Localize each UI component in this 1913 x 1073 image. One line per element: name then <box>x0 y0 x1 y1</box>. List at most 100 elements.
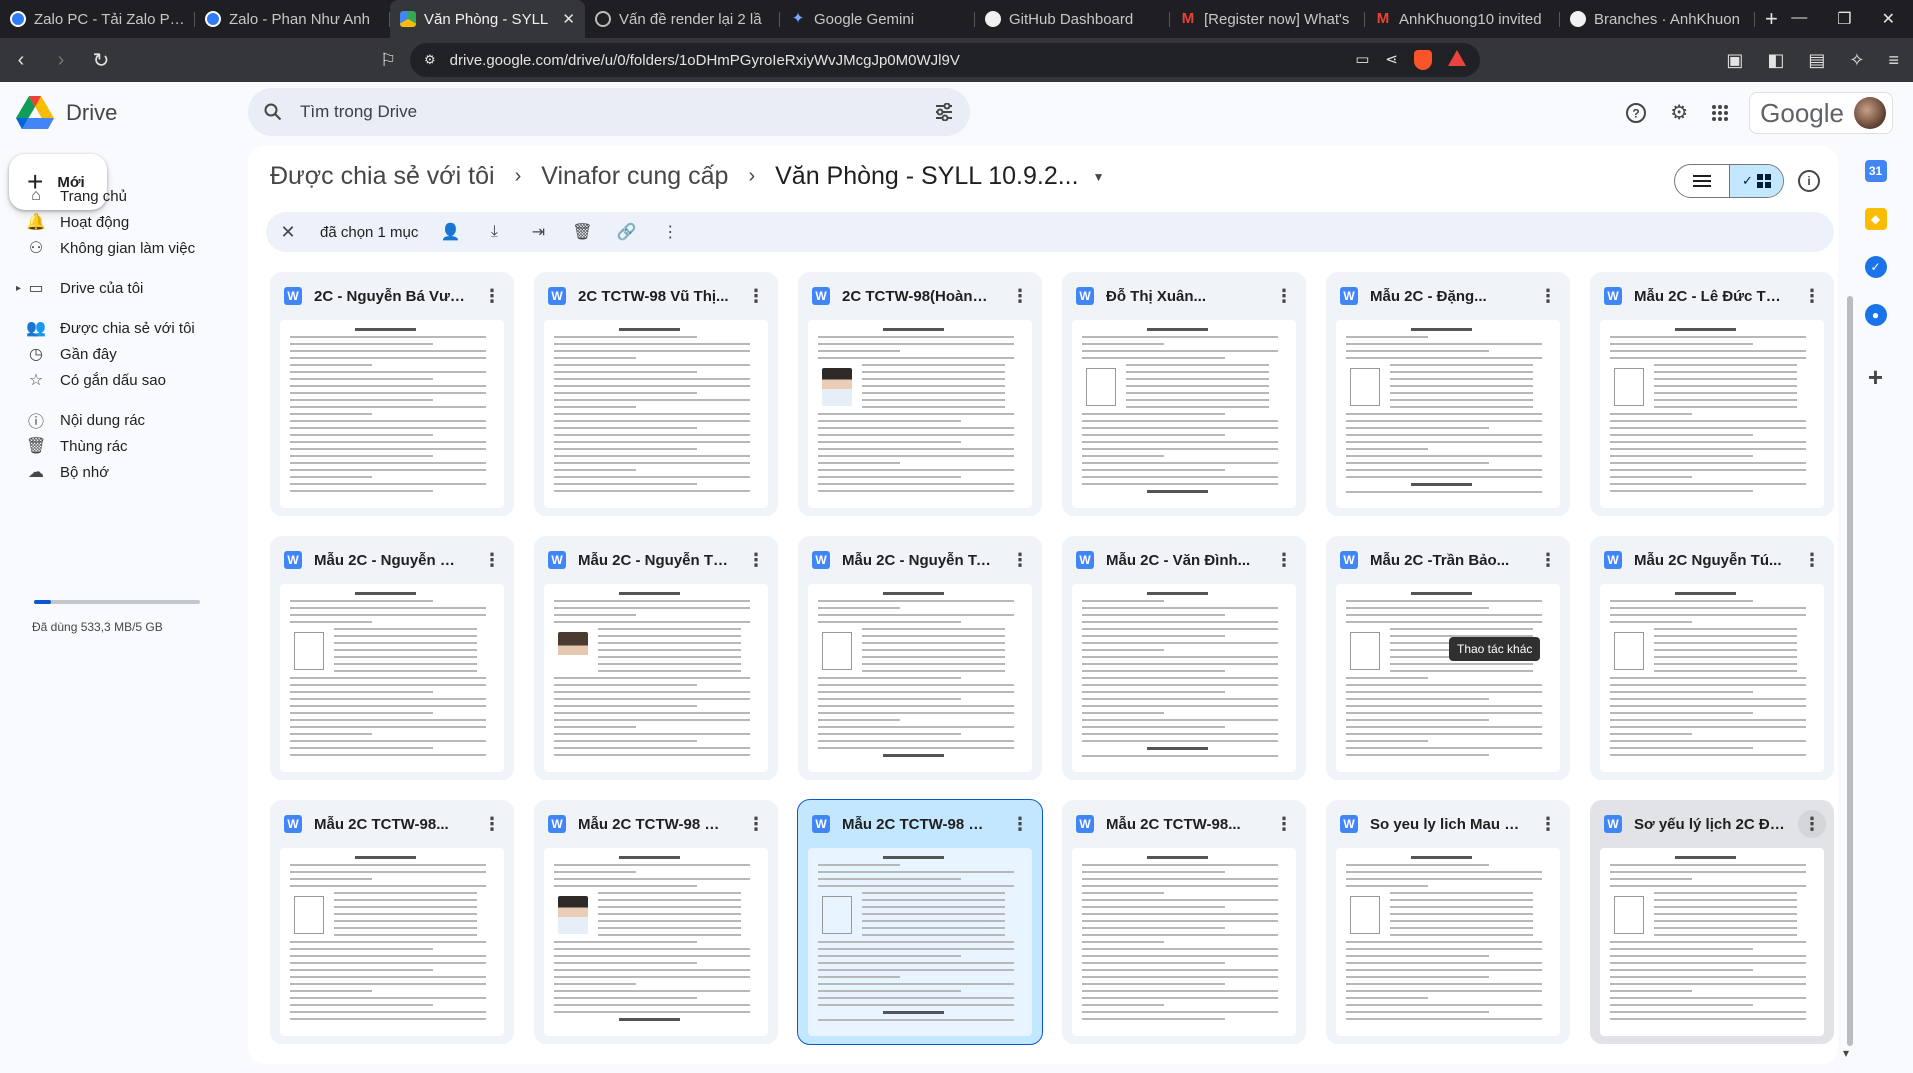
add-addon-icon[interactable]: + <box>1865 364 1887 390</box>
file-thumbnail[interactable] <box>808 848 1032 1036</box>
more-actions-icon[interactable]: ⋮ <box>1534 282 1562 310</box>
browser-tab[interactable]: Branches · AnhKhuon <box>1560 0 1755 38</box>
file-thumbnail[interactable] <box>544 584 768 772</box>
more-actions-icon[interactable]: ⋮ <box>1798 546 1826 574</box>
file-card[interactable]: W Mẫu 2C Nguyễn Tú... ⋮ <box>1590 536 1834 780</box>
file-thumbnail[interactable] <box>1336 848 1560 1036</box>
more-actions-icon[interactable]: ⋮ <box>478 546 506 574</box>
forward-icon[interactable]: › <box>50 49 72 72</box>
more-actions-icon[interactable]: ⋮ <box>1798 810 1826 838</box>
grid-view-button[interactable]: ✓ <box>1729 165 1783 197</box>
file-thumbnail[interactable] <box>280 848 504 1036</box>
file-thumbnail[interactable] <box>808 320 1032 508</box>
file-card[interactable]: W Sơ yếu lý lịch 2C Đặng... ⋮ <box>1590 800 1834 1044</box>
scroll-down-arrow-icon[interactable]: ▾ <box>1843 1046 1849 1060</box>
sidebar-item-workspaces[interactable]: ⚇ Không gian làm việc <box>0 232 248 264</box>
file-card[interactable]: W Mẫu 2C - Lê Đức Thư... ⋮ <box>1590 272 1834 516</box>
file-card[interactable]: W 2C TCTW-98 Vũ Thị... ⋮ <box>534 272 778 516</box>
file-card[interactable]: W Mẫu 2C TCTW-98 Hoàn... ⋮ <box>534 800 778 1044</box>
file-thumbnail[interactable] <box>1336 320 1560 508</box>
more-actions-icon[interactable]: ⋮ <box>1534 810 1562 838</box>
minimize-icon[interactable]: — <box>1791 9 1807 29</box>
file-thumbnail[interactable] <box>1600 320 1824 508</box>
file-card[interactable]: W Đỗ Thị Xuân... ⋮ <box>1062 272 1306 516</box>
expand-caret-icon[interactable]: ▸ <box>16 283 21 294</box>
file-card[interactable]: W Mẫu 2C TCTW-98 Ngô... ⋮ <box>797 799 1043 1045</box>
copy-link-icon[interactable]: 🔗 <box>614 222 638 242</box>
drive-logo[interactable]: Drive <box>16 96 117 129</box>
more-actions-icon[interactable]: ⋮ <box>742 810 770 838</box>
browser-tab[interactable]: M AnhKhuong10 invited <box>1365 0 1560 38</box>
browser-tab[interactable]: Vấn đề render lại 2 lầ <box>585 0 780 38</box>
reload-icon[interactable]: ↻ <box>90 48 112 73</box>
avatar[interactable] <box>1854 97 1886 129</box>
more-actions-icon[interactable]: ⋮ <box>1270 810 1298 838</box>
file-thumbnail[interactable] <box>280 320 504 508</box>
address-bar[interactable]: ⚙ drive.google.com/drive/u/0/folders/1oD… <box>410 43 1480 77</box>
more-actions-icon[interactable]: ⋮ <box>742 282 770 310</box>
search-bar[interactable] <box>248 88 970 136</box>
more-actions-icon[interactable]: ⋮ <box>1798 282 1826 310</box>
share-icon[interactable]: ⋖ <box>1385 50 1398 70</box>
file-card[interactable]: W 2C - Nguyễn Bá Vương... ⋮ <box>270 272 514 516</box>
browser-tab[interactable]: M [Register now] What's <box>1170 0 1365 38</box>
file-thumbnail[interactable] <box>544 320 768 508</box>
clear-selection-icon[interactable]: ✕ <box>276 222 300 243</box>
menu-icon[interactable]: ≡ <box>1888 50 1899 71</box>
search-icon[interactable] <box>264 103 282 121</box>
brave-shields-icon[interactable] <box>1414 50 1432 70</box>
back-icon[interactable]: ‹ <box>10 49 32 72</box>
settings-icon[interactable]: ⚙ <box>1667 101 1691 125</box>
more-actions-icon[interactable]: ⋮ <box>658 222 682 242</box>
more-actions-icon[interactable]: ⋮ <box>742 546 770 574</box>
wallet-icon[interactable]: ▤ <box>1808 50 1825 71</box>
leo-ai-icon[interactable]: ✧ <box>1849 50 1864 71</box>
file-thumbnail[interactable] <box>1072 584 1296 772</box>
tasks-icon[interactable]: ✓ <box>1864 256 1887 278</box>
sidebar-item-my-drive[interactable]: ▸ ▭ Drive của tôi <box>0 272 248 304</box>
breadcrumb-current-folder[interactable]: Văn Phòng - SYLL 10.9.2... <box>775 162 1078 191</box>
scrollbar[interactable] <box>1847 296 1853 1046</box>
file-thumbnail[interactable] <box>1600 848 1824 1036</box>
apps-grid-icon[interactable] <box>1711 104 1729 122</box>
more-actions-icon[interactable]: ⋮ <box>478 282 506 310</box>
search-input[interactable] <box>300 102 916 122</box>
file-card[interactable]: W 2C TCTW-98(Hoàng Lê... ⋮ <box>798 272 1042 516</box>
file-card[interactable]: W Mẫu 2C TCTW-98... ⋮ <box>1062 800 1306 1044</box>
folder-menu-caret-icon[interactable]: ▼ <box>1093 170 1105 184</box>
list-view-button[interactable] <box>1675 165 1729 197</box>
move-to-folder-icon[interactable]: ⇥ <box>526 222 550 242</box>
download-icon[interactable]: ⤓ <box>482 223 506 241</box>
details-info-icon[interactable]: i <box>1798 170 1820 192</box>
brave-rewards-icon[interactable] <box>1448 50 1466 66</box>
file-card[interactable]: W Mẫu 2C - Nguyễn Tuấn... ⋮ <box>798 536 1042 780</box>
file-thumbnail[interactable] <box>808 584 1032 772</box>
site-info-icon[interactable]: ⚙ <box>424 52 436 68</box>
browser-tab[interactable]: GitHub Dashboard <box>975 0 1170 38</box>
file-card[interactable]: W Mẫu 2C TCTW-98... ⋮ <box>270 800 514 1044</box>
file-thumbnail[interactable] <box>1072 848 1296 1036</box>
file-thumbnail[interactable] <box>280 584 504 772</box>
browser-tab[interactable]: Zalo PC - Tải Zalo PC c <box>0 0 195 38</box>
browser-tab[interactable]: Zalo - Phan Như Anh <box>195 0 390 38</box>
more-actions-icon[interactable]: ⋮ <box>1006 810 1034 838</box>
restore-icon[interactable]: ❐ <box>1837 9 1851 29</box>
cast-icon[interactable]: ▭ <box>1355 50 1369 70</box>
file-thumbnail[interactable] <box>1600 584 1824 772</box>
browser-tab[interactable]: Văn Phòng - SYLL ✕ <box>390 0 585 38</box>
keep-icon[interactable]: ◆ <box>1864 208 1887 230</box>
search-options-icon[interactable] <box>934 103 954 121</box>
url-text[interactable]: drive.google.com/drive/u/0/folders/1oDHm… <box>450 52 1342 69</box>
breadcrumb-item[interactable]: Vinafor cung cấp <box>541 162 728 191</box>
account-switcher[interactable]: Google <box>1749 92 1893 134</box>
file-card[interactable]: W Mẫu 2C - Nguyễn Quố... ⋮ <box>270 536 514 780</box>
help-icon[interactable]: ? <box>1625 102 1647 124</box>
bookmark-icon[interactable]: ⚐ <box>380 50 396 71</box>
more-actions-icon[interactable]: ⋮ <box>1006 282 1034 310</box>
share-person-icon[interactable]: 👤 <box>438 222 462 242</box>
contacts-icon[interactable]: ● <box>1864 304 1887 326</box>
file-card[interactable]: W So yeu ly lich Mau 2C... ⋮ <box>1326 800 1570 1044</box>
more-actions-icon[interactable]: ⋮ <box>1534 546 1562 574</box>
more-actions-icon[interactable]: ⋮ <box>1270 282 1298 310</box>
file-thumbnail[interactable] <box>1072 320 1296 508</box>
